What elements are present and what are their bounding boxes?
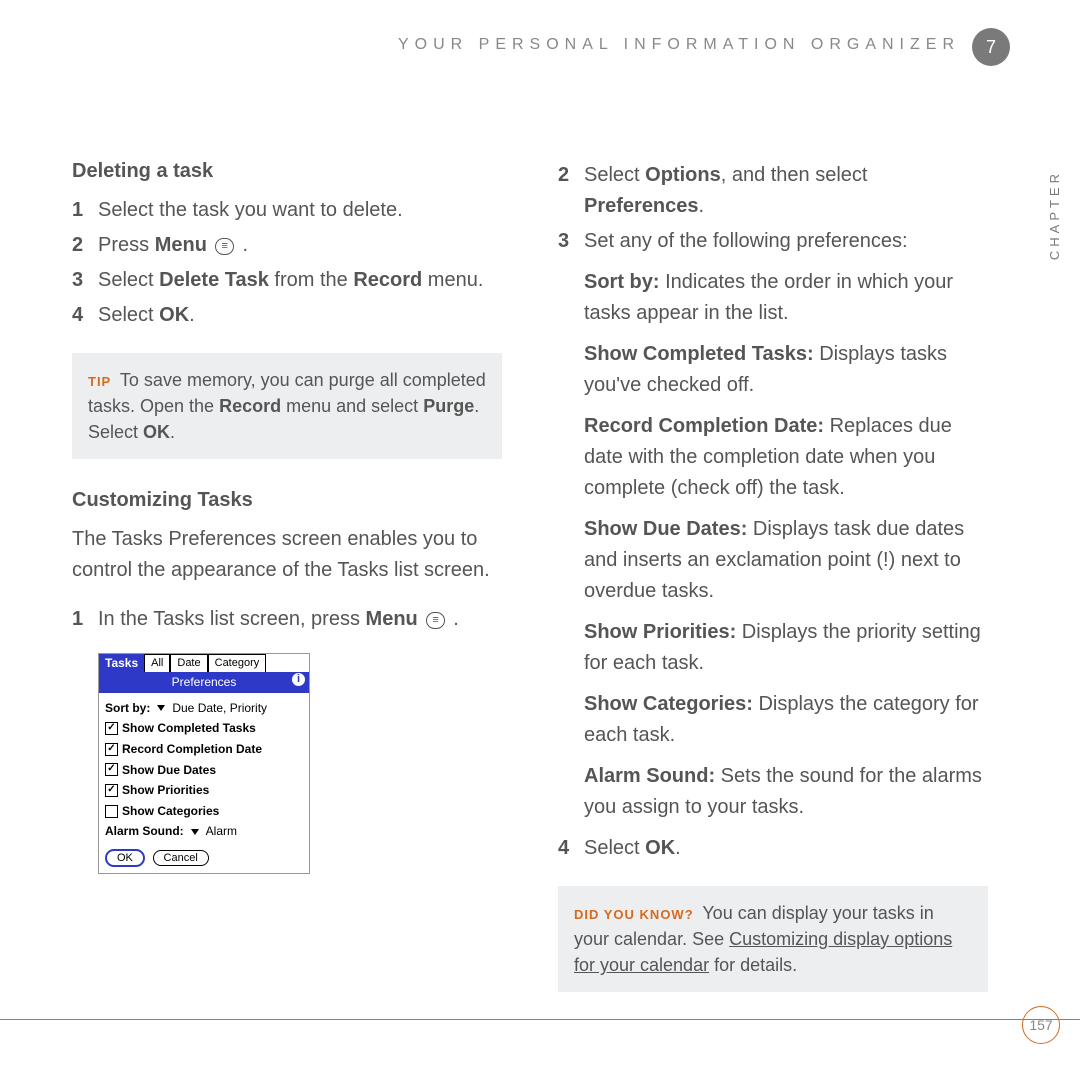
customize-steps-cont: 2Select Options, and then select Prefere… [558, 160, 988, 257]
customize-steps: 1In the Tasks list screen, press Menu ≡ … [72, 604, 502, 635]
alarm-sound-row: Alarm Sound:Alarm [105, 822, 303, 841]
pref-item: Show Completed Tasks: Displays tasks you… [584, 339, 988, 401]
pref-item: Record Completion Date: Replaces due dat… [584, 411, 988, 504]
page-number: 157 [1022, 1006, 1060, 1044]
chapter-side-label: CHAPTER [1047, 170, 1062, 260]
checkbox-icon[interactable]: ✓ [105, 722, 118, 735]
delete-steps: 1Select the task you want to delete. 2Pr… [72, 195, 502, 331]
pref-checkbox-row: ✓Show Priorities [105, 781, 303, 800]
sort-by-row: Sort by:Due Date, Priority [105, 699, 303, 718]
pref-item: Show Categories: Displays the category f… [584, 689, 988, 751]
customize-step4: 4Select OK. [558, 833, 988, 864]
tip-callout: TIP To save memory, you can purge all co… [72, 353, 502, 459]
dropdown-icon[interactable] [157, 705, 165, 711]
section-title: YOUR PERSONAL INFORMATION ORGANIZER [398, 36, 960, 54]
palm-body: Sort by:Due Date, Priority ✓Show Complet… [99, 693, 309, 873]
pref-item: Show Due Dates: Displays task due dates … [584, 514, 988, 607]
list-item: 4Select OK. [72, 300, 502, 331]
dyk-label: DID YOU KNOW? [574, 907, 694, 922]
list-item: 2Press Menu ≡ . [72, 230, 502, 261]
page-header: YOUR PERSONAL INFORMATION ORGANIZER 7 [72, 36, 1020, 76]
ok-button[interactable]: OK [105, 849, 145, 867]
tip-label: TIP [88, 374, 111, 389]
did-you-know-callout: DID YOU KNOW? You can display your tasks… [558, 886, 988, 992]
pref-item: Sort by: Indicates the order in which yo… [584, 267, 988, 329]
tab-category[interactable]: Category [208, 654, 267, 672]
tab-date[interactable]: Date [170, 654, 207, 672]
preferences-screenshot: Tasks All Date Category Preferencesi Sor… [98, 653, 310, 874]
menu-button-icon: ≡ [426, 612, 444, 629]
checkbox-icon[interactable]: ✓ [105, 763, 118, 776]
checkbox-icon[interactable]: ✓ [105, 743, 118, 756]
info-icon[interactable]: i [292, 673, 305, 686]
list-item: 3Set any of the following preferences: [558, 226, 988, 257]
pref-checkbox-row: ✓Show Completed Tasks [105, 719, 303, 738]
pref-checkbox-row: ✓Show Due Dates [105, 761, 303, 780]
list-item: 2Select Options, and then select Prefere… [558, 160, 988, 222]
palm-header: Tasks All Date Category [99, 654, 309, 672]
palm-subtitle: Preferencesi [99, 672, 309, 693]
list-item: 1In the Tasks list screen, press Menu ≡ … [72, 604, 502, 635]
right-column: 2Select Options, and then select Prefere… [558, 156, 988, 1018]
checkbox-icon[interactable] [105, 805, 118, 818]
app-title: Tasks [99, 654, 144, 672]
menu-button-icon: ≡ [215, 238, 233, 255]
left-column: Deleting a task 1Select the task you wan… [72, 156, 502, 1018]
manual-page: YOUR PERSONAL INFORMATION ORGANIZER 7 CH… [0, 0, 1080, 1080]
pref-item: Alarm Sound: Sets the sound for the alar… [584, 761, 988, 823]
heading-customizing-tasks: Customizing Tasks [72, 485, 502, 516]
content-columns: Deleting a task 1Select the task you wan… [72, 156, 1020, 1018]
cancel-button[interactable]: Cancel [153, 850, 209, 866]
palm-buttons: OK Cancel [105, 847, 303, 867]
preference-defs: Sort by: Indicates the order in which yo… [584, 267, 988, 823]
footer-rule [0, 1019, 1080, 1020]
heading-deleting-task: Deleting a task [72, 156, 502, 187]
pref-checkbox-row: Show Categories [105, 802, 303, 821]
list-item: 3Select Delete Task from the Record menu… [72, 265, 502, 296]
pref-item: Show Priorities: Displays the priority s… [584, 617, 988, 679]
list-item: 1Select the task you want to delete. [72, 195, 502, 226]
checkbox-icon[interactable]: ✓ [105, 784, 118, 797]
customizing-intro: The Tasks Preferences screen enables you… [72, 524, 502, 586]
list-item: 4Select OK. [558, 833, 988, 864]
dropdown-icon[interactable] [191, 829, 199, 835]
tab-all[interactable]: All [144, 654, 170, 672]
pref-checkbox-row: ✓Record Completion Date [105, 740, 303, 759]
chapter-number-badge: 7 [972, 28, 1010, 66]
